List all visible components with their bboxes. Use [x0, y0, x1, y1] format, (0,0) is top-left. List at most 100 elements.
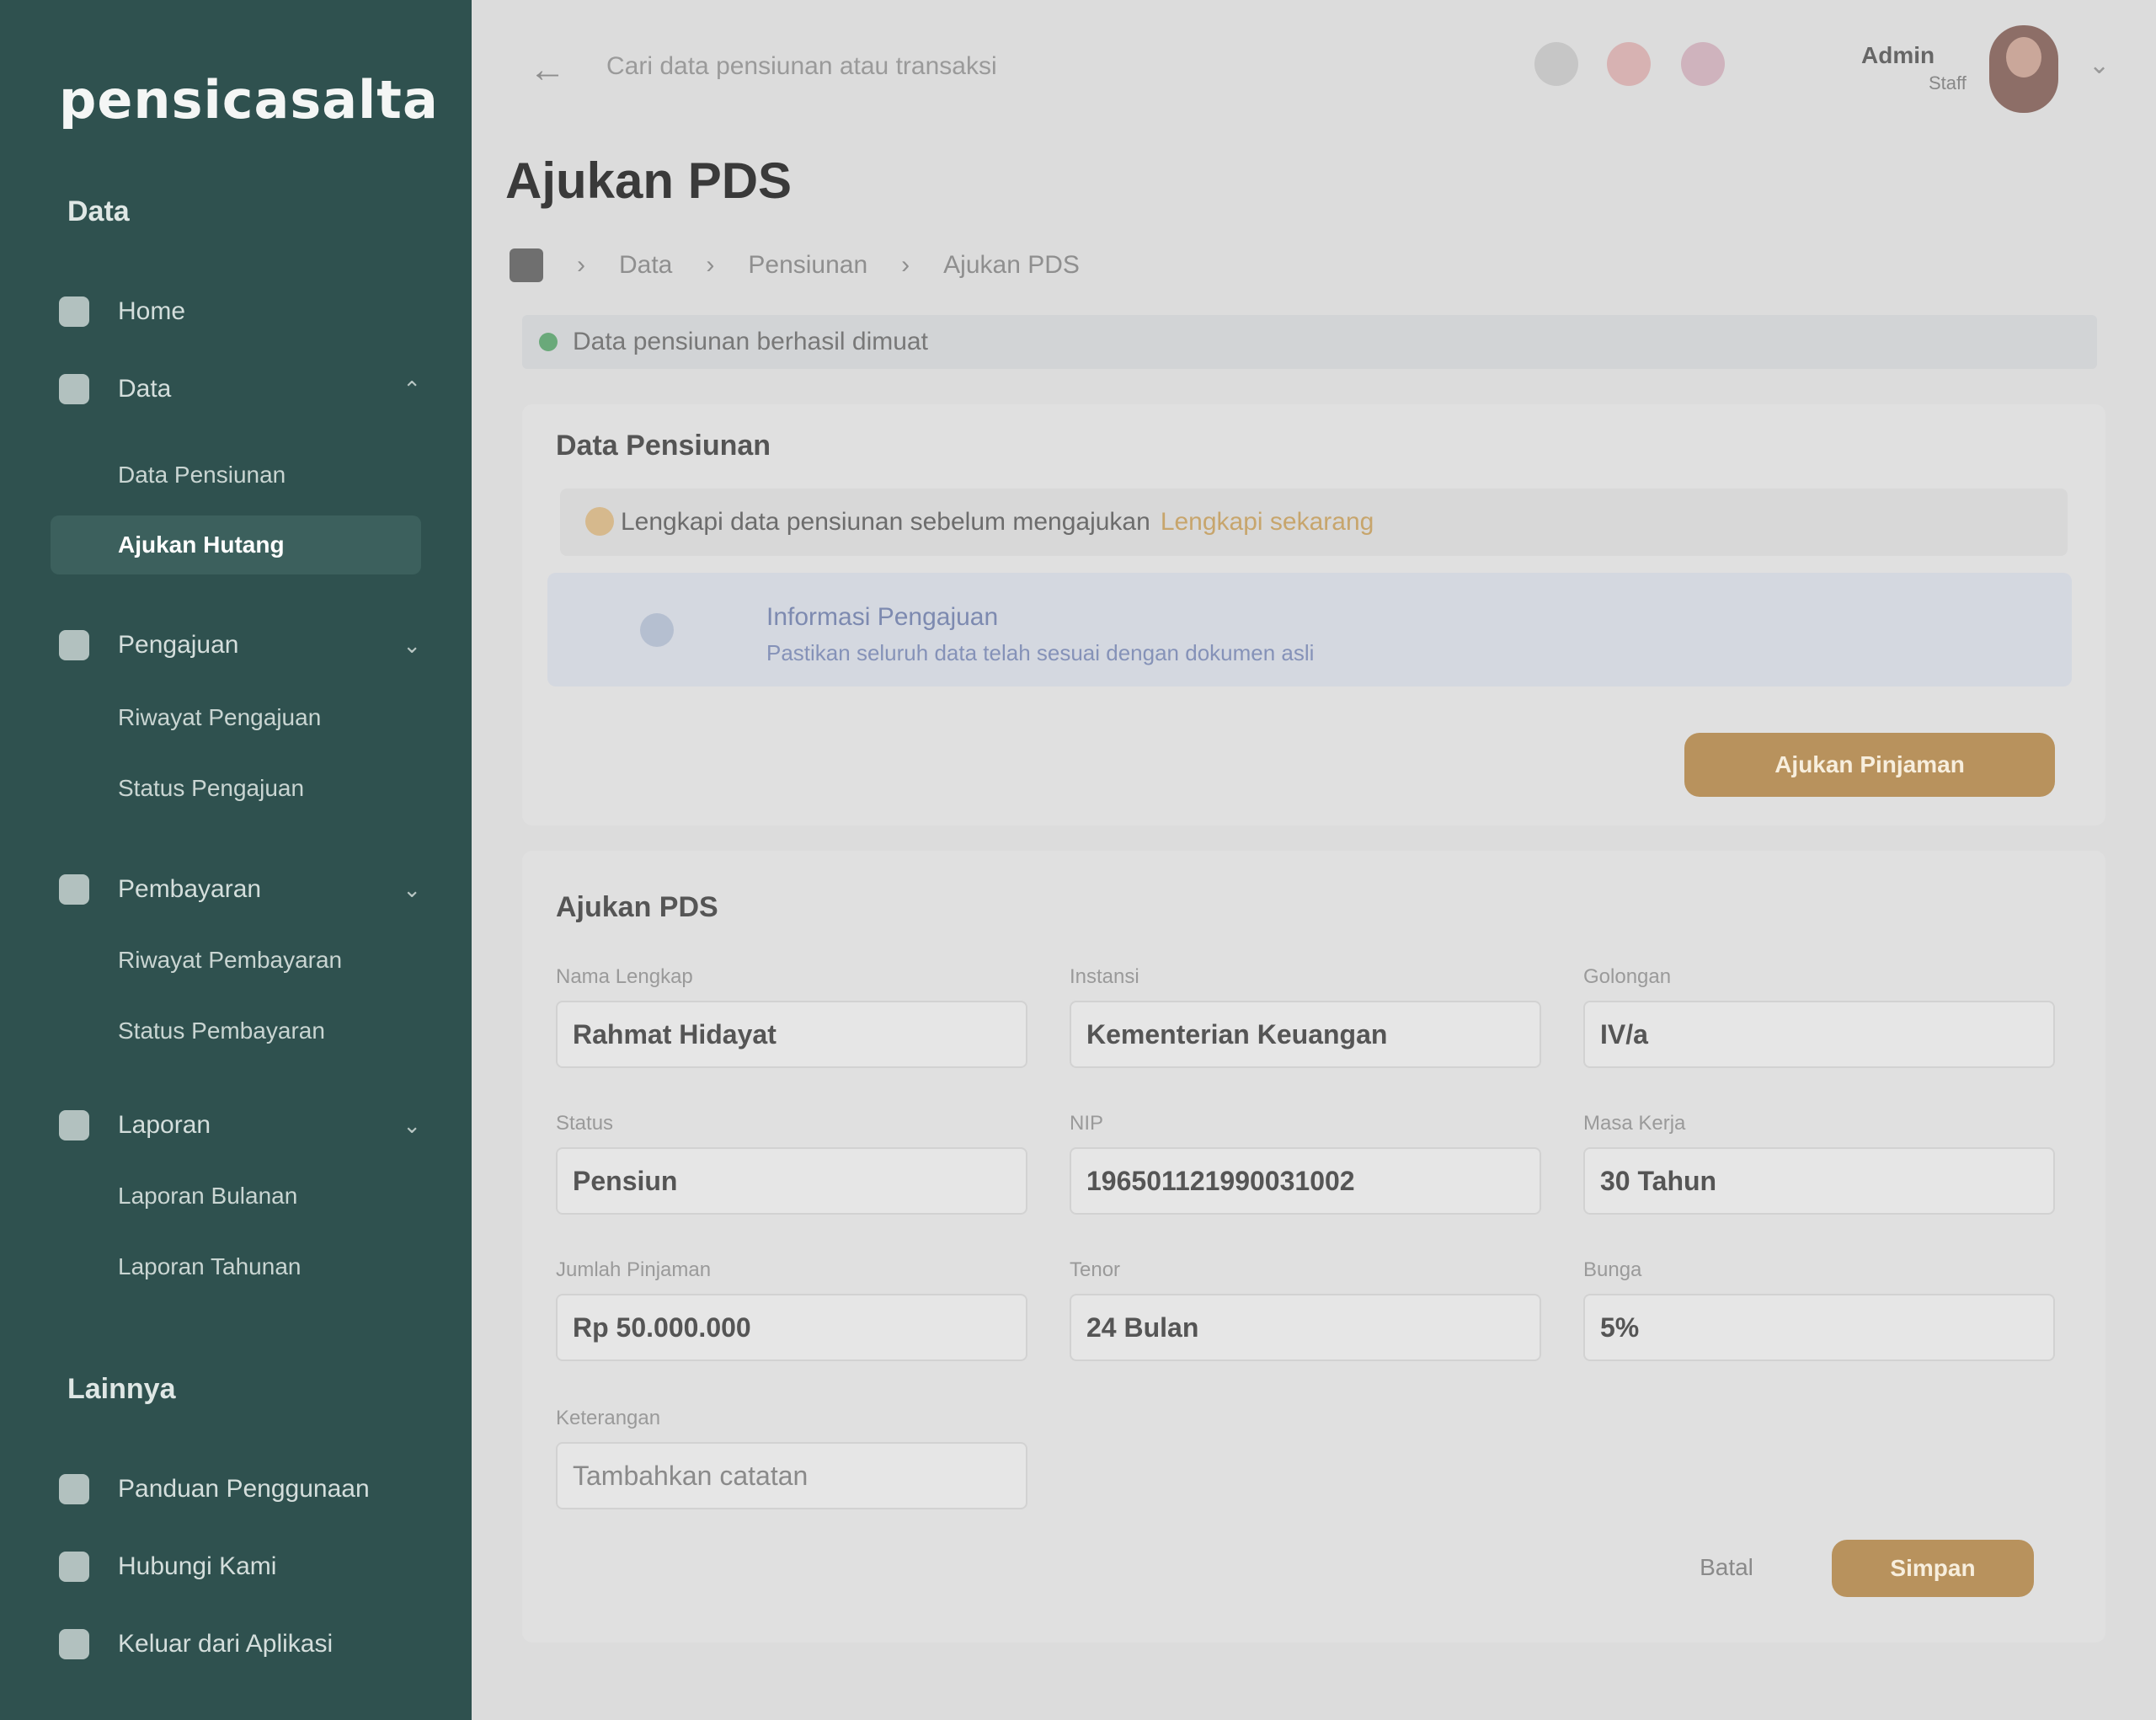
sidebar-section-title: Lainnya — [67, 1373, 176, 1405]
form-field: Nama Lengkap Rahmat Hidayat — [556, 965, 1027, 1068]
bunga-field[interactable]: 5% — [1583, 1294, 2055, 1361]
form-field: NIP 196501121990031002 — [1070, 1112, 1541, 1215]
form-field: Instansi Kementerian Keuangan — [1070, 965, 1541, 1068]
breadcrumb-separator: › — [901, 251, 910, 279]
form-field: Tenor 24 Bulan — [1070, 1258, 1541, 1361]
sidebar-subitem-data-pensiunan[interactable]: Data Pensiunan — [118, 462, 286, 489]
notification-icon[interactable] — [1607, 42, 1651, 86]
info-title: Informasi Pengajuan — [766, 603, 999, 631]
status-field[interactable]: Pensiun — [556, 1147, 1027, 1215]
pensiunan-card: Data Pensiunan Lengkapi data pensiunan s… — [522, 404, 2105, 825]
file-icon — [59, 630, 89, 660]
nip-field[interactable]: 196501121990031002 — [1070, 1147, 1541, 1215]
breadcrumb-separator: › — [706, 251, 715, 279]
ajukan-pinjaman-button[interactable]: Ajukan Pinjaman — [1684, 733, 2055, 797]
sidebar-subitem-status-pengajuan[interactable]: Status Pengajuan — [118, 775, 304, 802]
form-field: Keterangan Tambahkan catatan — [556, 1407, 1027, 1509]
user-name: Admin — [1861, 42, 1935, 68]
field-label: Keterangan — [556, 1407, 661, 1429]
sidebar-item-keluar[interactable]: Keluar dari Aplikasi — [59, 1619, 421, 1669]
field-label: Instansi — [1070, 965, 1139, 988]
sidebar-subitem-laporan-tahunan[interactable]: Laporan Tahunan — [118, 1253, 301, 1280]
sidebar-item-laporan[interactable]: Laporan ⌄ — [59, 1100, 421, 1151]
sidebar: pensicasalta Data Home Data ⌃ Data Pensi… — [0, 0, 472, 1720]
sidebar-item-hubungi[interactable]: Hubungi Kami — [59, 1541, 421, 1592]
field-label: Tenor — [1070, 1258, 1121, 1281]
form-field: Status Pensiun — [556, 1112, 1027, 1215]
field-label: Masa Kerja — [1583, 1112, 1686, 1135]
alert-text: Data pensiunan berhasil dimuat — [573, 328, 928, 355]
page-title: Ajukan PDS — [505, 152, 792, 209]
app-logo[interactable]: pensicasalta — [59, 69, 439, 131]
keterangan-field[interactable]: Tambahkan catatan — [556, 1442, 1027, 1509]
field-label: Bunga — [1583, 1258, 1642, 1281]
breadcrumb-item[interactable]: Data — [619, 251, 672, 280]
chevron-up-icon: ⌃ — [403, 376, 421, 402]
chevron-down-icon: ⌄ — [403, 1112, 421, 1138]
card-title: Ajukan PDS — [556, 891, 718, 923]
submit-button[interactable]: Simpan — [1832, 1540, 2034, 1597]
back-arrow-icon[interactable]: ← — [529, 49, 566, 91]
database-icon — [59, 374, 89, 404]
sidebar-item-label: Panduan Penggunaan — [118, 1475, 370, 1503]
sidebar-item-label: Pengajuan — [118, 631, 239, 659]
sidebar-section-title: Data — [67, 195, 130, 227]
sidebar-subitem-riwayat-pengajuan[interactable]: Riwayat Pengajuan — [118, 704, 321, 731]
form-field: Golongan IV/a — [1583, 965, 2055, 1068]
golongan-field[interactable]: IV/a — [1583, 1001, 2055, 1068]
sidebar-subitem-riwayat-pembayaran[interactable]: Riwayat Pembayaran — [118, 947, 342, 974]
tenor-field[interactable]: 24 Bulan — [1070, 1294, 1541, 1361]
sidebar-item-label: Hubungi Kami — [118, 1552, 277, 1580]
user-role: Staff — [1929, 72, 1967, 93]
sidebar-subitem-ajukan-hutang[interactable]: Ajukan Hutang — [51, 515, 421, 574]
warning-row: Lengkapi data pensiunan sebelum mengajuk… — [560, 489, 2068, 556]
field-label: Nama Lengkap — [556, 965, 693, 988]
success-alert: Data pensiunan berhasil dimuat — [522, 315, 2097, 369]
field-label: NIP — [1070, 1112, 1104, 1135]
sidebar-item-label: Laporan — [118, 1111, 211, 1139]
breadcrumb: › Data › Pensiunan › Ajukan PDS — [510, 248, 1080, 282]
breadcrumb-item[interactable]: Pensiunan — [748, 251, 867, 280]
warning-text: Lengkapi data pensiunan sebelum mengajuk… — [621, 508, 1150, 536]
check-icon — [539, 333, 558, 351]
chevron-down-icon: ⌄ — [403, 632, 421, 658]
instansi-field[interactable]: Kementerian Keuangan — [1070, 1001, 1541, 1068]
info-box: Informasi Pengajuan Pastikan seluruh dat… — [547, 573, 2072, 686]
sidebar-item-label: Pembayaran — [118, 875, 262, 903]
sidebar-subitem-laporan-bulanan[interactable]: Laporan Bulanan — [118, 1183, 297, 1210]
breadcrumb-separator: › — [577, 251, 585, 279]
phone-icon — [59, 1552, 89, 1582]
info-text: Pastikan seluruh data telah sesuai denga… — [766, 640, 1315, 665]
card-title: Data Pensiunan — [556, 430, 771, 462]
sidebar-item-label: Data — [118, 375, 172, 403]
home-icon[interactable] — [510, 248, 543, 282]
cancel-button[interactable]: Batal — [1668, 1541, 1785, 1594]
logout-icon — [59, 1629, 89, 1659]
masa-kerja-field[interactable]: 30 Tahun — [1583, 1147, 2055, 1215]
sidebar-item-data[interactable]: Data ⌃ — [59, 364, 421, 414]
grid-icon[interactable] — [1534, 42, 1578, 86]
sidebar-item-pembayaran[interactable]: Pembayaran ⌄ — [59, 864, 421, 915]
home-icon — [59, 296, 89, 327]
breadcrumb-item: Ajukan PDS — [943, 251, 1080, 279]
chevron-down-icon: ⌄ — [403, 876, 421, 902]
sidebar-item-panduan[interactable]: Panduan Penggunaan — [59, 1464, 421, 1514]
field-label: Jumlah Pinjaman — [556, 1258, 712, 1281]
help-icon — [59, 1474, 89, 1504]
jumlah-pinjaman-field[interactable]: Rp 50.000.000 — [556, 1294, 1027, 1361]
nama-lengkap-field[interactable]: Rahmat Hidayat — [556, 1001, 1027, 1068]
sidebar-item-label: Home — [118, 297, 186, 325]
warning-link[interactable]: Lengkapi sekarang — [1161, 508, 1374, 537]
sidebar-item-home[interactable]: Home — [59, 286, 421, 337]
sidebar-subitem-status-pembayaran[interactable]: Status Pembayaran — [118, 1018, 325, 1044]
field-label: Golongan — [1583, 965, 1672, 988]
flag-icon[interactable] — [1681, 42, 1725, 86]
search-input[interactable]: Cari data pensiunan atau transaksi — [606, 52, 997, 81]
wallet-icon — [59, 874, 89, 905]
form-field: Bunga 5% — [1583, 1258, 2055, 1361]
sidebar-item-pengajuan[interactable]: Pengajuan ⌄ — [59, 620, 421, 670]
avatar[interactable] — [1989, 25, 2058, 113]
info-icon — [640, 613, 674, 647]
chevron-down-icon[interactable]: ⌄ — [2089, 51, 2110, 80]
report-icon — [59, 1110, 89, 1140]
